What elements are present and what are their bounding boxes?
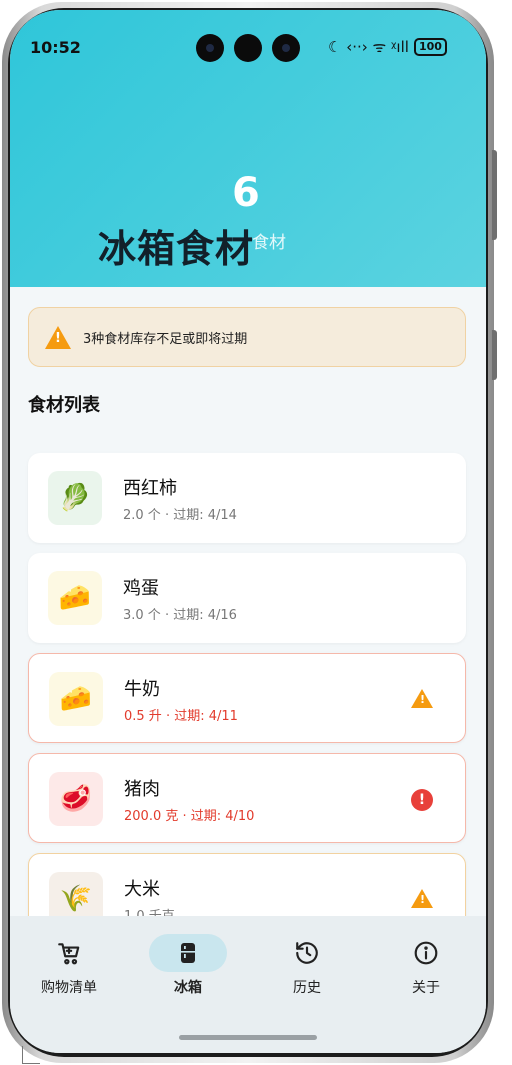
lettuce-icon: 🥬 xyxy=(48,471,102,525)
home-indicator[interactable] xyxy=(179,1035,317,1040)
warning-status: ! xyxy=(411,889,433,908)
power-button xyxy=(492,330,497,380)
nav-label: 关于 xyxy=(412,980,440,996)
nav-label: 冰箱 xyxy=(174,980,202,996)
status-time: 10:52 xyxy=(30,38,81,57)
error-icon: ! xyxy=(411,789,433,811)
history-icon xyxy=(268,934,346,972)
warning-icon: ! xyxy=(411,689,433,708)
battery-icon: 100 xyxy=(413,38,447,56)
ingredient-card[interactable]: 🥬 西红柿 2.0 个 · 过期: 4/14 xyxy=(28,453,466,543)
info-icon xyxy=(387,934,465,972)
count-unit: 食材 xyxy=(252,233,286,253)
nav-label: 购物清单 xyxy=(41,980,97,996)
bottom-nav: 购物清单 冰箱 历史 关于 xyxy=(10,916,486,1053)
ingredient-name: 西红柿 xyxy=(123,478,177,499)
nav-label: 历史 xyxy=(293,980,321,996)
ingredient-detail: 200.0 克 · 过期: 4/10 xyxy=(124,809,255,824)
ingredient-name: 牛奶 xyxy=(124,679,160,700)
section-title: 食材列表 xyxy=(28,395,100,416)
signal-icons: ☾ ‹··› ᯤ ᵡıll xyxy=(328,38,409,56)
ingredient-card[interactable]: 🥩 猪肉 200.0 克 · 过期: 4/10 ! xyxy=(28,753,466,843)
ingredient-count: 6 xyxy=(232,170,260,216)
page-title: 冰箱食材 xyxy=(98,227,255,271)
nav-fridge[interactable]: 冰箱 xyxy=(143,934,233,1004)
camera-icon xyxy=(196,34,224,62)
error-status: ! xyxy=(411,789,433,811)
ingredient-detail: 2.0 个 · 过期: 4/14 xyxy=(123,508,237,523)
camera-icon xyxy=(272,34,300,62)
meat-icon: 🥩 xyxy=(49,772,103,826)
cheese-icon: 🧀 xyxy=(49,672,103,726)
camera-icon xyxy=(234,34,262,62)
status-bar: 10:52 ☾ ‹··› ᯤ ᵡıll 100 xyxy=(10,10,486,70)
ingredient-card[interactable]: 🧀 牛奶 0.5 升 · 过期: 4/11 ! xyxy=(28,653,466,743)
nav-shopping-list[interactable]: 购物清单 xyxy=(24,934,114,1004)
fridge-icon xyxy=(149,934,227,972)
cheese-icon: 🧀 xyxy=(48,571,102,625)
stock-alert-banner[interactable]: ! 3种食材库存不足或即将过期 xyxy=(28,307,466,367)
status-icons: ☾ ‹··› ᯤ ᵡıll 100 xyxy=(328,37,447,57)
warning-icon: ! xyxy=(45,325,71,349)
warning-status: ! xyxy=(411,689,433,708)
ingredient-detail: 3.0 个 · 过期: 4/16 xyxy=(123,608,237,623)
app-screen: 10:52 ☾ ‹··› ᯤ ᵡıll 100 6 食材 冰箱食材 ! 3种食材… xyxy=(10,10,486,1053)
warning-icon: ! xyxy=(411,889,433,908)
ingredient-name: 鸡蛋 xyxy=(123,578,159,599)
ingredient-card[interactable]: 🧀 鸡蛋 3.0 个 · 过期: 4/16 xyxy=(28,553,466,643)
volume-button xyxy=(492,150,497,240)
nav-about[interactable]: 关于 xyxy=(381,934,471,1004)
alert-text: 3种食材库存不足或即将过期 xyxy=(83,331,248,347)
ingredient-detail: 0.5 升 · 过期: 4/11 xyxy=(124,709,238,724)
ingredient-name: 大米 xyxy=(124,879,160,900)
cart-icon xyxy=(30,934,108,972)
nav-history[interactable]: 历史 xyxy=(262,934,352,1004)
header: 10:52 ☾ ‹··› ᯤ ᵡıll 100 6 食材 冰箱食材 xyxy=(10,10,486,287)
ingredient-name: 猪肉 xyxy=(124,779,160,800)
